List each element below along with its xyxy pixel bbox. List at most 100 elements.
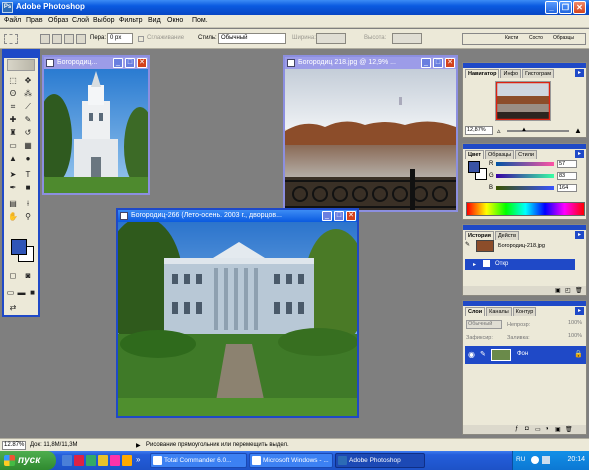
menu-image[interactable]: Образ xyxy=(48,17,68,24)
new-selection-icon[interactable] xyxy=(40,34,50,44)
palette-menu-button[interactable]: ▸ xyxy=(575,150,584,158)
layer-visibility-eye-icon[interactable]: ◉ xyxy=(468,350,475,359)
style-select[interactable]: Обычный xyxy=(218,33,286,44)
screen-mode-full-menu-icon[interactable]: ▬ xyxy=(16,287,27,298)
tab-layers[interactable]: Слои xyxy=(465,307,486,316)
standard-mode-icon[interactable]: ◻ xyxy=(7,270,19,281)
doc1-close-button[interactable]: ✕ xyxy=(137,58,147,68)
quicklaunch-expand-icon[interactable]: » xyxy=(136,455,140,464)
quicklaunch-app2-icon[interactable] xyxy=(122,455,132,466)
new-doc-from-state-icon[interactable]: ◰ xyxy=(565,287,571,294)
dodge-tool-icon[interactable]: ● xyxy=(22,153,34,164)
gradient-tool-icon[interactable]: ▦ xyxy=(22,140,34,151)
navigator-zoom-slider[interactable] xyxy=(507,130,569,132)
lasso-tool-icon[interactable]: ʘ xyxy=(7,88,19,99)
delete-layer-icon[interactable]: 🗑 xyxy=(565,426,573,433)
document-window-2[interactable]: Богородиц 218.jpg @ 12,9% ... _ □ ✕ xyxy=(283,55,458,212)
tab-channels[interactable]: Каналы xyxy=(486,307,512,316)
healing-brush-icon[interactable]: ✚ xyxy=(7,114,19,125)
status-arrow-icon[interactable]: ▶ xyxy=(136,442,141,449)
layer-style-icon[interactable]: ƒ xyxy=(515,426,518,432)
eraser-tool-icon[interactable]: ▭ xyxy=(7,140,19,151)
zoom-tool-icon[interactable]: ⚲ xyxy=(22,211,34,222)
marquee-tool-icon[interactable]: ⬚ xyxy=(7,75,19,86)
navigator-zoom-field[interactable]: 12,87% xyxy=(465,126,493,135)
doc2-minimize-button[interactable]: _ xyxy=(421,58,431,68)
doc2-maximize-button[interactable]: □ xyxy=(433,58,443,68)
adobe-logo-icon[interactable] xyxy=(7,59,35,71)
shape-tool-icon[interactable]: ■ xyxy=(22,182,34,193)
zoom-slider-thumb[interactable]: ▲ xyxy=(521,127,527,133)
doc1-maximize-button[interactable]: □ xyxy=(125,58,135,68)
history-snapshot-label[interactable]: Богородиц-218.jpg xyxy=(498,243,545,249)
menu-file[interactable]: Файл xyxy=(4,17,21,24)
add-selection-icon[interactable] xyxy=(52,34,62,44)
quickmask-mode-icon[interactable]: ◙ xyxy=(22,270,34,281)
tab-swatches[interactable]: Образцы xyxy=(485,150,515,159)
color-spectrum-ramp[interactable] xyxy=(466,202,585,216)
adjustment-layer-icon[interactable]: ◑ xyxy=(545,426,549,432)
path-select-icon[interactable]: ➤ xyxy=(7,169,19,180)
menu-view[interactable]: Вид xyxy=(148,17,161,24)
document-window-3[interactable]: Богородиц-266 (Лето-осень. 2003 г., двор… xyxy=(116,208,359,418)
tab-styles[interactable]: Стили xyxy=(515,150,537,159)
magic-wand-icon[interactable]: ⁂ xyxy=(22,88,34,99)
new-layer-icon[interactable]: ▣ xyxy=(555,426,561,433)
tray-icon-2[interactable] xyxy=(542,456,550,464)
tab-color[interactable]: Цвет xyxy=(465,150,485,159)
notes-tool-icon[interactable]: ▤ xyxy=(7,198,19,209)
channel-g-slider[interactable] xyxy=(496,174,554,178)
menu-edit[interactable]: Прав xyxy=(26,17,43,24)
channel-b-slider[interactable] xyxy=(496,186,554,190)
document-2-canvas[interactable] xyxy=(285,69,456,210)
history-brush-icon[interactable]: ↺ xyxy=(22,127,34,138)
quicklaunch-folder-icon[interactable] xyxy=(98,455,108,466)
doc3-maximize-button[interactable]: □ xyxy=(334,211,344,221)
document-window-1[interactable]: Богородиц... _ □ ✕ xyxy=(42,55,150,195)
channel-r-slider[interactable] xyxy=(496,162,554,166)
menu-window[interactable]: Окно xyxy=(167,17,183,24)
quicklaunch-app-icon[interactable] xyxy=(110,455,120,466)
menu-layer[interactable]: Слой xyxy=(72,17,89,24)
type-tool-icon[interactable]: T xyxy=(22,169,34,180)
trash-icon[interactable]: 🗑 xyxy=(575,287,583,294)
layer-mask-icon[interactable]: ◘ xyxy=(525,426,529,432)
zoom-in-icon[interactable]: ▲ xyxy=(574,126,582,135)
marquee-tool-preset-icon[interactable] xyxy=(4,34,18,44)
fill-value[interactable]: 100% xyxy=(568,333,586,342)
status-doc-size[interactable]: Док: 11,8М/11,3М xyxy=(30,442,78,448)
channel-g-value[interactable]: 83 xyxy=(557,172,577,180)
tray-clock[interactable]: 20:14 xyxy=(567,456,585,463)
status-zoom-field[interactable]: 12.87% xyxy=(2,441,26,450)
brush-tool-icon[interactable]: ✎ xyxy=(22,114,34,125)
screen-mode-standard-icon[interactable]: ▭ xyxy=(5,287,16,298)
palette-menu-button[interactable]: ▸ xyxy=(575,231,584,239)
opacity-value[interactable]: 100% xyxy=(568,320,586,329)
palette-menu-button[interactable]: ▸ xyxy=(575,307,584,315)
menu-select[interactable]: Выбор xyxy=(93,17,115,24)
move-tool-icon[interactable]: ✥ xyxy=(22,75,34,86)
quicklaunch-ie-icon[interactable] xyxy=(74,455,84,466)
history-brush-source-icon[interactable]: ✎ xyxy=(465,241,473,249)
tab-history[interactable]: История xyxy=(465,231,494,240)
close-button[interactable]: ✕ xyxy=(573,1,586,14)
blend-mode-select[interactable]: Обычный xyxy=(466,320,502,329)
task-windows[interactable]: Microsoft Windows - ... xyxy=(249,453,333,468)
intersect-selection-icon[interactable] xyxy=(76,34,86,44)
tab-navigator[interactable]: Навигатор xyxy=(465,69,500,78)
task-total-commander[interactable]: Total Commander 6.0... xyxy=(150,453,247,468)
tab-histogram[interactable]: Гистограм xyxy=(522,69,554,78)
clone-stamp-icon[interactable]: ♜ xyxy=(7,127,19,138)
tab-paths[interactable]: Контур xyxy=(512,307,537,316)
doc3-minimize-button[interactable]: _ xyxy=(322,211,332,221)
doc2-close-button[interactable]: ✕ xyxy=(445,58,455,68)
document-3-canvas[interactable] xyxy=(118,222,357,416)
width-input[interactable] xyxy=(316,33,346,44)
document-1-canvas[interactable] xyxy=(44,69,148,193)
foreground-color-swatch[interactable] xyxy=(11,239,27,255)
menu-help[interactable]: Пом. xyxy=(192,17,208,24)
tab-info[interactable]: Инфо xyxy=(500,69,522,78)
layer-row-background[interactable]: ◉ ✎ Фон 🔒 xyxy=(465,346,586,364)
hand-tool-icon[interactable]: ✋ xyxy=(7,211,19,222)
subtract-selection-icon[interactable] xyxy=(64,34,74,44)
